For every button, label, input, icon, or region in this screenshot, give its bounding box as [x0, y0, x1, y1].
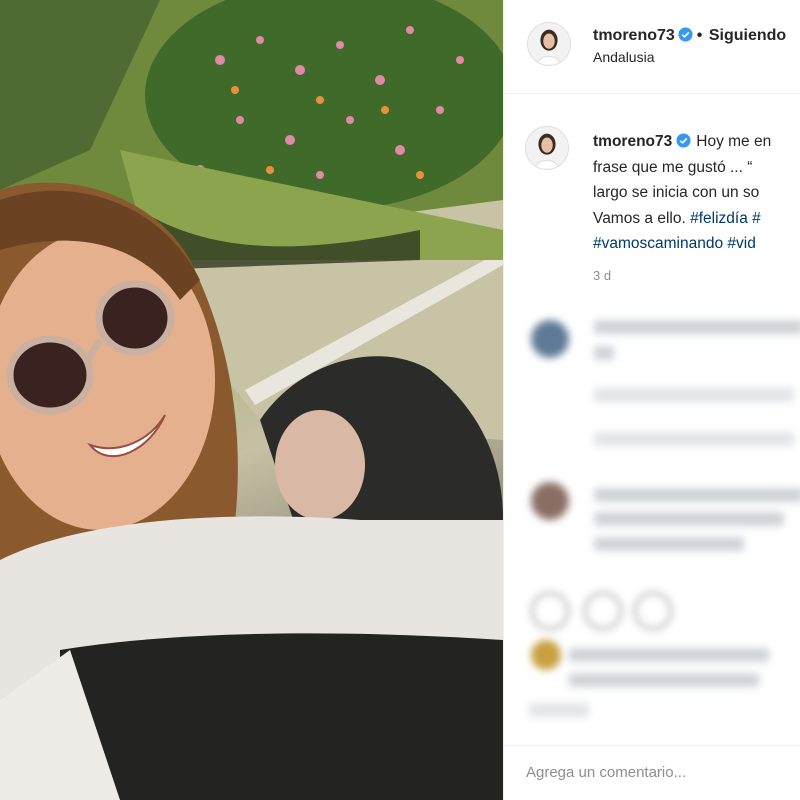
caption-line-4: Vamos a ello. #felizdía # — [593, 206, 800, 232]
comment-avatar — [531, 320, 569, 358]
carrier-strap — [60, 633, 503, 800]
blurred-likes-line — [569, 673, 759, 687]
caption-line-2: frase que me gustó ... “ — [593, 158, 753, 176]
location-link[interactable]: Andalusia — [593, 49, 655, 65]
blurred-comment-meta — [594, 388, 794, 402]
blurred-comment-line — [594, 537, 744, 551]
photo-illustration — [0, 0, 503, 800]
caption-segment-1: Hoy me en — [696, 133, 772, 150]
profile-avatar[interactable] — [527, 22, 571, 66]
blurred-date — [529, 703, 589, 717]
caption-avatar[interactable] — [525, 126, 569, 170]
header-username[interactable]: tmoreno73 — [593, 27, 675, 44]
avatar-image — [526, 127, 568, 169]
blurred-comment-line — [594, 512, 784, 526]
post-details-panel: tmoreno73 • Siguiendo Andalusia tmoreno73… — [503, 0, 800, 800]
liker-avatar — [531, 640, 561, 670]
caption-line-3: largo se inicia con un so — [593, 184, 760, 201]
verified-badge-icon — [676, 133, 691, 148]
post-timestamp[interactable]: 3 d — [593, 268, 611, 283]
hashtag-link[interactable]: #felizdía # — [690, 210, 761, 227]
post-caption: tmoreno73 Hoy me en frase que me gustó ..… — [504, 110, 800, 300]
separator-dot: • — [696, 27, 703, 44]
blurred-comment-line — [594, 488, 800, 502]
share-icon — [634, 592, 672, 630]
verified-badge-icon — [678, 27, 693, 42]
comment-input[interactable] — [526, 758, 786, 786]
blurred-likes-line — [569, 648, 769, 662]
like-icon — [531, 592, 569, 630]
post-header: tmoreno73 • Siguiendo Andalusia — [504, 0, 800, 94]
caption-segment-4: Vamos a ello. — [593, 209, 691, 227]
caption-username[interactable]: tmoreno73 — [593, 133, 672, 150]
post-photo[interactable] — [0, 0, 503, 800]
header-username-row: tmoreno73 • Siguiendo — [593, 27, 786, 45]
blurred-comment-line — [594, 346, 614, 360]
comment-icon — [584, 592, 622, 630]
blurred-replies-toggle — [594, 432, 794, 446]
comment-avatar — [531, 482, 569, 520]
blurred-comment-line — [594, 320, 800, 334]
baby-head — [275, 410, 365, 520]
avatar-image — [528, 23, 570, 65]
hashtag-link[interactable]: #vamoscaminando #vid — [593, 231, 800, 257]
caption-line-1: tmoreno73 Hoy me en — [593, 129, 800, 155]
following-button[interactable]: Siguiendo — [709, 27, 786, 44]
caption-text: tmoreno73 Hoy me en frase que me gustó ..… — [593, 129, 800, 257]
comment-composer — [504, 745, 800, 800]
